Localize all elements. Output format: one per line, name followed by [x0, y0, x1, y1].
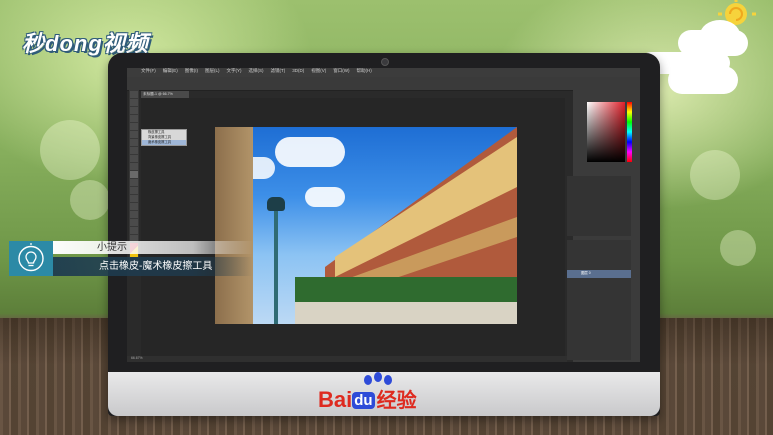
healing-tool-icon[interactable]	[130, 139, 138, 146]
quick-select-tool-icon[interactable]	[130, 115, 138, 122]
menu-item-edit[interactable]: 编辑(E)	[163, 68, 178, 73]
tools-panel	[129, 90, 139, 265]
gradient-tool-icon[interactable]	[130, 179, 138, 186]
document-tab[interactable]: 未标题-1 @ 66.7%	[141, 91, 189, 98]
lightbulb-icon	[18, 243, 44, 272]
cloud-shape	[668, 66, 738, 94]
menu-item-3d[interactable]: 3D(D)	[292, 68, 304, 73]
document-photo[interactable]	[215, 127, 517, 324]
menu-item-window[interactable]: 窗口(W)	[333, 68, 349, 73]
menu-item-select[interactable]: 选择(S)	[249, 68, 264, 73]
bokeh-light	[690, 150, 740, 200]
photo-lamp-head	[267, 197, 285, 211]
eraser-flyout-menu: 橡皮擦工具 背景橡皮擦工具 魔术橡皮擦工具	[141, 129, 187, 146]
zoom-level: 66.67%	[131, 356, 143, 360]
baidu-logo-bai: Bai	[318, 387, 353, 412]
libraries-panel	[567, 176, 631, 236]
tip-title: 小提示	[97, 242, 127, 253]
shape-tool-icon[interactable]	[130, 227, 138, 234]
lasso-tool-icon[interactable]	[130, 107, 138, 114]
menu-item-type[interactable]: 文字(Y)	[227, 68, 242, 73]
menu-item-view[interactable]: 视图(V)	[311, 68, 326, 73]
bokeh-light	[70, 180, 110, 220]
layer-row[interactable]: 图层 0	[567, 270, 631, 278]
hue-slider[interactable]	[627, 102, 632, 162]
baidu-logo-du: du	[352, 392, 375, 409]
photo-building-left	[215, 127, 253, 324]
history-brush-tool-icon[interactable]	[130, 163, 138, 170]
dodge-tool-icon[interactable]	[130, 195, 138, 202]
layers-panel	[567, 240, 631, 360]
baidu-logo-jingyan: 经验	[376, 390, 417, 412]
tip-icon-box	[9, 241, 53, 276]
photoshop-window: 文件(F) 编辑(E) 图像(I) 图层(L) 文字(Y) 选择(S) 滤镜(T) 3D(D)…	[127, 68, 640, 362]
menu-item-help[interactable]: 帮助(H)	[357, 68, 372, 73]
photo-apartment-buildings	[295, 127, 517, 324]
move-tool-icon[interactable]	[130, 91, 138, 98]
status-bar: 66.67%	[127, 356, 567, 362]
eyedropper-tool-icon[interactable]	[130, 131, 138, 138]
menu-bar: 文件(F) 编辑(E) 图像(I) 图层(L) 文字(Y) 选择(S) 滤镜(T) 3D(D)…	[127, 68, 640, 77]
blur-tool-icon[interactable]	[130, 187, 138, 194]
menu-item-layer[interactable]: 图层(L)	[205, 68, 220, 73]
path-select-tool-icon[interactable]	[130, 219, 138, 226]
photo-lamp-post	[274, 207, 278, 324]
brush-tool-icon[interactable]	[130, 147, 138, 154]
baidu-jingyan-logo: Bai du 经验	[318, 384, 417, 412]
bokeh-light	[720, 230, 756, 266]
marquee-tool-icon[interactable]	[130, 99, 138, 106]
color-picker-field[interactable]	[587, 102, 625, 162]
pen-tool-icon[interactable]	[130, 203, 138, 210]
menu-item-filter[interactable]: 滤镜(T)	[271, 68, 286, 73]
cloud-shape	[700, 20, 740, 50]
tip-title-band	[53, 241, 253, 254]
menu-item-file[interactable]: 文件(F)	[141, 68, 156, 73]
webcam-icon	[381, 58, 389, 66]
type-tool-icon[interactable]	[130, 211, 138, 218]
menu-item-image[interactable]: 图像(I)	[185, 68, 198, 73]
bokeh-light	[40, 120, 100, 180]
eraser-tool-icon[interactable]	[130, 171, 138, 178]
options-bar[interactable]	[127, 77, 640, 91]
tip-text: 点击橡皮-魔术橡皮擦工具	[99, 261, 213, 272]
crop-tool-icon[interactable]	[130, 123, 138, 130]
layer-name: 图层 0	[581, 271, 591, 275]
stamp-tool-icon[interactable]	[130, 155, 138, 162]
menu-item-magic-eraser-tool[interactable]: 魔术橡皮擦工具	[142, 140, 186, 145]
